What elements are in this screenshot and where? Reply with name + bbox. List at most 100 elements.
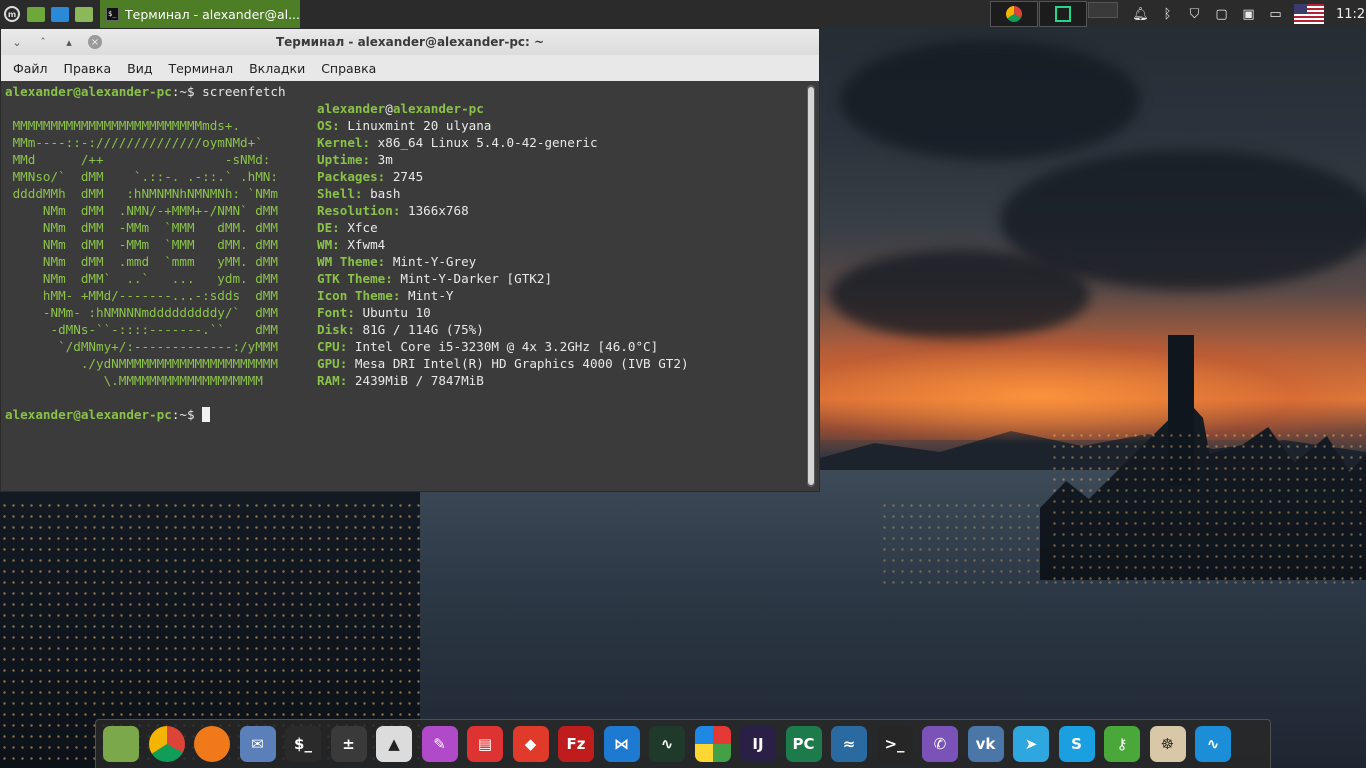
filezilla-icon[interactable]: Fz [558,726,594,762]
info-key: Uptime: [317,152,371,167]
info-value: Linuxmint 20 ulyana [339,118,492,133]
color-grid-icon[interactable] [694,726,731,762]
mint-ascii-logo: MMMMMMMMMMMMMMMMMMMMMMMMMmds+. MMm----::… [5,118,278,388]
mint-menu-button[interactable]: m [0,0,24,28]
menu-terminal[interactable]: Терминал [160,61,241,76]
mail-icon[interactable]: ✉ [239,726,276,762]
inkscape-icon[interactable]: ▲ [376,726,412,762]
workspace-1[interactable] [990,1,1038,27]
info-value: Xfwm4 [339,237,386,252]
desktop-icon [27,6,45,22]
prompt-suffix: :~$ [171,407,203,422]
workspace-2[interactable] [1039,1,1087,27]
logo-line: -dMNs-``-::::-------.`` dMM [5,322,278,337]
logo-line: hMM- +MMd/-------...-:sdds dMM [5,288,278,303]
scrollbar-thumb[interactable] [808,87,814,485]
terminal-alt-icon[interactable]: >_ [876,726,913,762]
pycharm-icon[interactable]: PC [785,726,822,762]
info-key: Packages: [317,169,386,184]
keys-icon[interactable]: ⚷ [1104,726,1140,762]
prompt-user-host: alexander@alexander-pc [5,407,172,422]
vscode-icon[interactable]: ⋈ [603,726,640,762]
krita-icon[interactable]: ✎ [421,726,458,762]
firefox-icon[interactable] [194,726,230,762]
menu-edit[interactable]: Правка [56,61,120,76]
info-at: @ [385,101,393,116]
pycharm-icon [1055,6,1071,22]
menu-file[interactable]: Файл [5,61,56,76]
book-reader-icon[interactable]: ▤ [467,726,503,762]
chrome-icon [1006,6,1022,22]
menu-help[interactable]: Справка [313,61,384,76]
logo-line: MMd /++ -sNMd: [5,152,271,167]
info-key: GTK Theme: [317,271,393,286]
notifications-bell-icon[interactable]: 🔔︎ [1132,6,1149,23]
info-value: Mint-Y-Grey [385,254,477,269]
info-key: OS: [317,118,340,133]
prompt-user-host: alexander@alexander-pc [5,84,172,99]
terminal-icon[interactable]: $_ [285,726,321,762]
maximize-button[interactable]: ▴ [59,32,79,52]
terminal-scrollbar[interactable] [807,85,815,487]
logo-line: NMm dMM -MMm `MMM dMM. dMM [5,237,278,252]
command-text: screenfetch [202,84,286,99]
window-titlebar[interactable]: ⌄ ˆ ▴ × Терминал - alexander@alexander-p… [1,29,819,55]
info-value: 2439MiB / 7847MiB [347,373,484,388]
logo-line: MMMMMMMMMMMMMMMMMMMMMMMMMmds+. [5,118,241,133]
menu-tabs[interactable]: Вкладки [241,61,313,76]
telegram-icon[interactable]: ➤ [1013,726,1049,762]
intellij-icon[interactable]: IJ [740,726,776,762]
launcher-vscode[interactable] [48,0,72,28]
dock: ✉ $_ ± ▲ ✎ ▤ ◆ Fz ⋈ ∿ IJ PC ≈ >_ ✆ vk ➤ S ⚷ ☸ ∿ [95,719,1271,768]
logo-line: ./ydNMMMMMMMMMMMMMMMMMMMMM [5,356,278,371]
info-key: Icon Theme: [317,288,401,303]
keyboard-layout-us-flag-icon[interactable] [1294,4,1324,24]
window-icon[interactable]: ▢ [1213,6,1230,23]
info-value: Xfce [339,220,378,235]
mysql-workbench-icon[interactable]: ≈ [831,726,867,762]
logo-line: `/dMNmy+/:-------------:/yMMM [5,339,278,354]
terminal-output[interactable]: alexander@alexander-pc:~$ screenfetch MM… [1,81,819,491]
window-title: Терминал - alexander@alexander-pc: ~ [275,35,545,49]
menu-view[interactable]: Вид [119,61,160,76]
files-icon[interactable] [103,726,139,762]
info-value: Mesa DRI Intel(R) HD Graphics 4000 (IVB … [347,356,689,371]
git-icon[interactable]: ◆ [512,726,549,762]
taskbar-terminal-item[interactable]: $_ Терминал - alexander@al... [100,0,300,28]
workspace-switcher[interactable] [990,0,1118,28]
menubar: Файл Правка Вид Терминал Вкладки Справка [1,55,819,81]
info-host: alexander-pc [392,101,484,116]
mint-logo-icon: m [4,6,20,22]
info-value: Intel Core i5-3230M @ 4x 3.2GHz [46.0°C] [347,339,659,354]
shell-icon[interactable]: ☸ [1149,726,1186,762]
info-key: Font: [317,305,355,320]
bluetooth-icon[interactable]: ᛒ [1159,6,1176,23]
info-value: 1366x768 [400,203,469,218]
calculator-icon[interactable]: ± [330,726,367,762]
activity-monitor-icon[interactable]: ∿ [1195,726,1231,762]
system-monitor-icon[interactable]: ∿ [649,726,685,762]
chrome-icon[interactable] [148,726,185,762]
vk-icon[interactable]: vk [967,726,1004,762]
window-menu-button[interactable]: ⌄ [7,32,27,52]
launcher-files[interactable] [72,0,96,28]
logo-line: NMm dMM -MMm `MMM dMM. dMM [5,220,278,235]
close-button[interactable]: × [85,32,105,52]
minimize-button[interactable]: ˆ [33,32,53,52]
logo-line: MMNso/` dMM `.::-. .-::.` .hMN: [5,169,278,184]
network-icon[interactable]: ▭ [1267,6,1284,23]
skype-icon[interactable]: S [1058,726,1095,762]
logo-line: NMm dMM .NMN/-+MMM+-/NMN` dMM [5,203,278,218]
clock[interactable]: 11:25 [1336,7,1366,22]
shield-icon[interactable]: ⛉ [1186,6,1203,23]
info-key: DE: [317,220,340,235]
info-key: Kernel: [317,135,371,150]
info-value: 3m [370,152,393,167]
close-icon: × [88,35,102,49]
workspace-3[interactable] [1088,2,1118,18]
system-info: alexander@alexander-pc OS: Linuxmint 20 … [317,100,689,389]
viber-icon[interactable]: ✆ [922,726,958,762]
clipboard-icon[interactable]: ▣ [1240,6,1257,23]
show-desktop-button[interactable] [24,0,48,28]
prompt-suffix: :~$ [171,84,203,99]
